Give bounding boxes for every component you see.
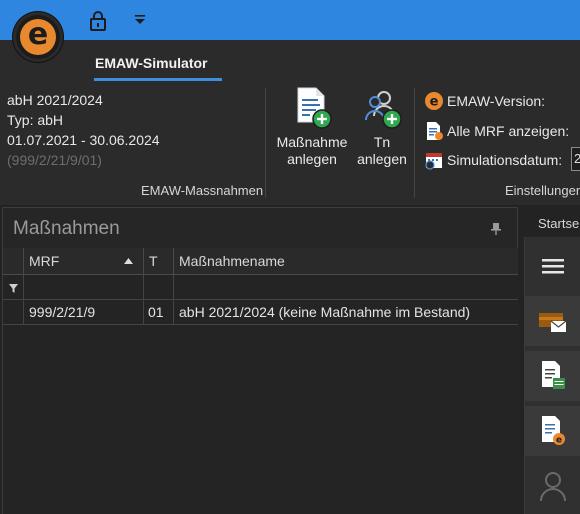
emaw-e-icon: e: [425, 92, 443, 110]
filter-icon[interactable]: [9, 284, 18, 293]
document-list-icon: [427, 122, 443, 140]
filter-cell-t[interactable]: [144, 275, 174, 300]
setting-alle-mrf-label: Alle MRF anzeigen:: [447, 123, 570, 139]
app-logo[interactable]: e: [13, 12, 63, 62]
info-typ: Typ: abH: [7, 112, 64, 128]
setting-simulationsdatum[interactable]: Simulationsdatum:: [424, 150, 562, 170]
tab-startseite[interactable]: Startse: [538, 216, 579, 231]
mail-folder-icon: [538, 313, 566, 332]
document-table-button[interactable]: [525, 351, 580, 401]
user-icon: [539, 472, 566, 502]
logo-e-icon: e: [20, 19, 56, 55]
setting-emaw-version-label: EMAW-Version:: [447, 93, 546, 109]
mail-folder-button[interactable]: [525, 296, 580, 346]
column-header-massnahmename[interactable]: Maßnahmename: [174, 248, 518, 275]
table-row-cell-t[interactable]: 01: [144, 300, 174, 325]
menu-icon: [541, 259, 564, 274]
caret-down-icon[interactable]: [133, 13, 147, 27]
grid-row-indicator-header: [3, 248, 24, 275]
info-mrf: (999/2/21/9/01): [7, 152, 102, 168]
pin-icon[interactable]: [490, 222, 502, 236]
table-row-cell-mrf[interactable]: 999/2/21/9: [24, 300, 144, 325]
active-tab-indicator: [94, 78, 222, 81]
tab-emaw-simulator[interactable]: EMAW-Simulator: [95, 55, 208, 71]
filter-cell-mrf[interactable]: [24, 275, 144, 300]
group-label-massnahmen: EMAW-Massnahmen: [141, 183, 264, 198]
info-massnahme-name: abH 2021/2024: [7, 92, 103, 108]
massnahme-anlegen-button[interactable]: Maßnahme anlegen: [272, 86, 352, 168]
user-add-icon: [365, 91, 402, 129]
ribbon-divider: [414, 88, 415, 198]
tn-anlegen-button[interactable]: Tn anlegen: [355, 86, 409, 168]
setting-emaw-version[interactable]: e EMAW-Version:: [424, 91, 545, 111]
massnahme-button-label-2: anlegen: [287, 151, 337, 167]
massnahme-button-label-1: Maßnahme: [276, 134, 348, 150]
tn-button-label-1: Tn: [373, 134, 391, 150]
info-zeitraum: 01.07.2021 - 30.06.2024: [7, 132, 160, 148]
calendar-clock-icon: [425, 153, 442, 170]
document-e-icon: e: [541, 416, 565, 446]
setting-alle-mrf[interactable]: Alle MRF anzeigen:: [424, 121, 569, 141]
lock-icon[interactable]: [88, 10, 108, 32]
tn-button-label-2: anlegen: [357, 151, 407, 167]
row-indicator: [3, 300, 24, 325]
column-header-t[interactable]: T: [144, 248, 174, 275]
svg-text:e: e: [555, 436, 561, 446]
ribbon-divider: [265, 88, 266, 198]
panel-title: Maßnahmen: [13, 218, 120, 239]
menu-button[interactable]: [525, 241, 580, 291]
simulationsdatum-input[interactable]: 2: [571, 147, 580, 171]
setting-simulationsdatum-label: Simulationsdatum:: [447, 152, 563, 168]
title-bar: [0, 0, 580, 40]
svg-text:e: e: [430, 95, 439, 110]
group-label-einstellungen: Einstellungen: [505, 183, 580, 198]
document-table-icon: [541, 361, 565, 389]
document-add-icon: [297, 87, 332, 129]
table-row-cell-massnahmename[interactable]: abH 2021/2024 (keine Maßnahme im Bestand…: [174, 300, 518, 325]
filter-cell-massnahmename[interactable]: [174, 275, 518, 300]
sort-ascending-icon: [124, 258, 133, 264]
document-e-button[interactable]: e: [525, 406, 580, 456]
user-button[interactable]: [525, 461, 580, 511]
